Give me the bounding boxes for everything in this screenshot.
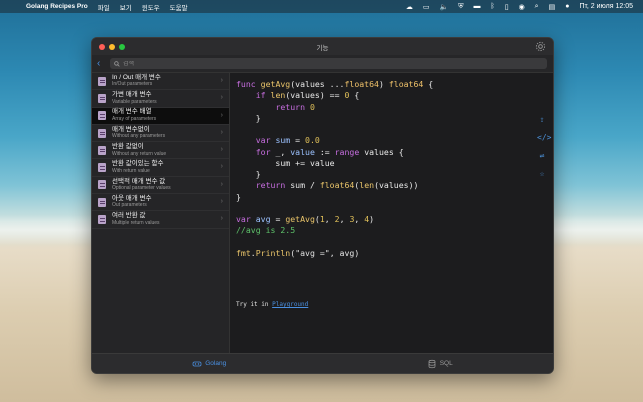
app-window: 기능 ‹ In / Out 매개 변수In/Out parameters › 가…: [91, 37, 554, 374]
code-actions: ⇪ </> ⇌ ☆: [537, 115, 551, 187]
search-icon: [114, 60, 120, 67]
document-icon: [98, 145, 106, 155]
sidebar-item-optional[interactable]: 선택적 매개 변수 값 Optional parameter values ›: [92, 177, 229, 195]
menu-file[interactable]: 파일: [98, 2, 110, 12]
item-title: 여러 반환 값: [112, 212, 146, 220]
sidebar-item-no-params[interactable]: 매개 변수없이 Without any parameters ›: [92, 125, 229, 143]
battery-icon[interactable]: ▯: [505, 3, 509, 11]
document-icon: [98, 76, 106, 86]
share-icon[interactable]: ⇪: [537, 115, 547, 133]
sidebar-item-variable[interactable]: 가변 매개 변수 Variable parameters ›: [92, 90, 229, 108]
item-subtitle: In/Out parameters: [112, 81, 153, 88]
search-icon[interactable]: ⌕: [535, 3, 539, 11]
playground-link[interactable]: Playground: [272, 301, 308, 308]
gear-icon[interactable]: [535, 41, 546, 52]
database-icon: [428, 359, 436, 368]
sidebar-item-with-return[interactable]: 반환 값이있는 함수 With return value ›: [92, 159, 229, 177]
document-icon: [98, 128, 106, 138]
chevron-right-icon: ›: [220, 215, 223, 223]
sidebar-item-array[interactable]: 매개 변수 배열 Array of parameters ›: [92, 107, 229, 125]
shield-icon[interactable]: ⛨: [458, 3, 463, 11]
sidebar-item-no-return[interactable]: 반환 값없이 Without any return value ›: [92, 142, 229, 160]
bottom-tab-bar: Golang SQL: [92, 353, 553, 373]
chevron-right-icon: ›: [220, 198, 223, 206]
window-title: 기능: [316, 44, 329, 52]
cloud-icon[interactable]: ☁: [406, 3, 413, 11]
sidebar-item-out[interactable]: 아웃 매개 변수 Out parameters ›: [92, 194, 229, 212]
tab-sql-label: SQL: [439, 360, 453, 367]
title-bar: 기능: [92, 38, 553, 55]
code-block: func getAvg(values ...float64) float64 {…: [236, 79, 434, 258]
item-subtitle: Multiple return values: [112, 219, 160, 226]
document-icon: [98, 180, 106, 190]
user-icon[interactable]: ◉: [519, 3, 525, 11]
siri-icon[interactable]: ●: [565, 3, 569, 10]
split-icon[interactable]: ⇌: [537, 151, 547, 169]
menu-help[interactable]: 도움말: [170, 2, 188, 12]
menu-window[interactable]: 윈도우: [142, 2, 160, 12]
try-prefix: Try it in: [236, 301, 269, 308]
item-subtitle: Without any parameters: [112, 133, 166, 140]
sidebar-item-multiple-return[interactable]: 여러 반환 값 Multiple return values ›: [92, 211, 229, 229]
item-subtitle: Variable parameters: [112, 98, 157, 105]
sidebar: In / Out 매개 변수 In/Out parameters › 가변 매개 …: [92, 73, 230, 356]
item-subtitle: Array of parameters: [112, 115, 157, 122]
chevron-right-icon: ›: [220, 111, 223, 119]
document-icon: [98, 111, 106, 121]
document-icon: [98, 215, 106, 225]
code-viewer[interactable]: func getAvg(values ...float64) float64 {…: [230, 73, 553, 356]
flag-icon[interactable]: ▬: [474, 3, 481, 10]
control-center-icon[interactable]: ▤: [549, 3, 556, 11]
star-icon[interactable]: ☆: [537, 169, 547, 187]
tab-golang-label: Golang: [205, 360, 227, 367]
item-subtitle: Without any return value: [112, 150, 167, 157]
chevron-right-icon: ›: [220, 128, 223, 136]
volume-icon[interactable]: 🔈: [440, 3, 449, 11]
menubar-datetime[interactable]: Пт, 2 июля 12:05: [579, 3, 633, 10]
item-subtitle: With return value: [112, 167, 150, 174]
tab-golang[interactable]: Golang: [192, 359, 226, 369]
search-input[interactable]: [123, 60, 523, 67]
menu-bar: Golang Recipes Pro 파일 보기 윈도우 도움말 ☁ ▭ 🔈 ⛨…: [0, 0, 643, 13]
sidebar-item-inout[interactable]: In / Out 매개 변수 In/Out parameters ›: [92, 73, 229, 91]
tab-sql[interactable]: SQL: [427, 359, 453, 369]
chevron-right-icon: ›: [220, 94, 223, 102]
bluetooth-icon[interactable]: ᛒ: [491, 3, 495, 10]
menu-view[interactable]: 보기: [120, 2, 132, 12]
chevron-right-icon: ›: [220, 146, 223, 154]
status-area: ☁ ▭ 🔈 ⛨ ▬ ᛒ ▯ ◉ ⌕ ▤ ● Пт, 2 июля 12:05: [406, 3, 643, 11]
menu-app-name[interactable]: Golang Recipes Pro: [26, 3, 88, 10]
gopher-icon: [192, 361, 202, 366]
search-field[interactable]: [110, 58, 547, 69]
item-subtitle: Optional parameter values: [112, 185, 171, 192]
document-icon: [98, 197, 106, 207]
back-chevron-icon[interactable]: ‹: [97, 58, 100, 69]
item-title: 반환 값없이: [112, 143, 144, 151]
document-icon: [98, 163, 106, 173]
chevron-right-icon: ›: [220, 163, 223, 171]
item-subtitle: Out parameters: [112, 202, 147, 209]
item-title: 매개 변수 배열: [112, 108, 152, 116]
chevron-right-icon: ›: [220, 77, 223, 84]
message-icon[interactable]: ▭: [423, 3, 430, 11]
item-title: 가변 매개 변수: [112, 91, 152, 99]
chevron-right-icon: ›: [220, 180, 223, 188]
item-title: 반환 값이있는 함수: [112, 160, 164, 168]
search-row: ‹: [92, 55, 553, 73]
try-playground: Try it in Playground: [236, 301, 308, 308]
document-icon: [98, 93, 106, 103]
code-icon[interactable]: </>: [537, 133, 551, 151]
